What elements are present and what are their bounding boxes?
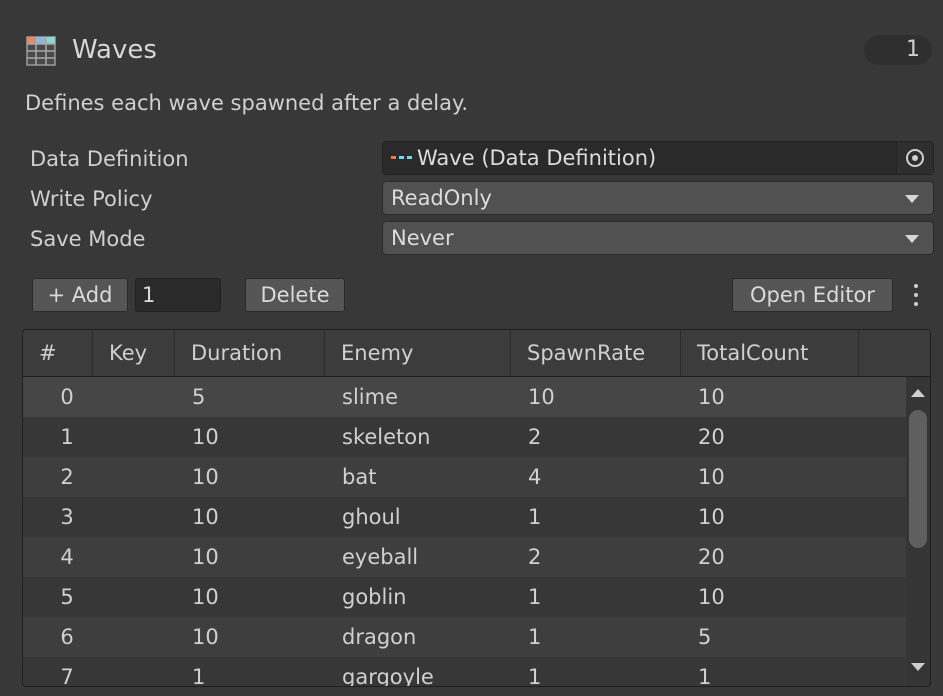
cell-enemy[interactable]: ghoul bbox=[342, 497, 502, 537]
cell-totalcount[interactable]: 10 bbox=[698, 577, 848, 617]
cell-spawnrate[interactable]: 1 bbox=[528, 577, 668, 617]
save-mode-dropdown[interactable]: Never bbox=[382, 221, 934, 255]
table-body: 0 5 slime 10 10 1 10 skeleton 2 20 2 10 bat 4 10 3 10 gho… bbox=[23, 377, 906, 687]
save-mode-value: Never bbox=[391, 226, 454, 250]
table-row[interactable]: 7 1 gargoyle 1 1 bbox=[23, 657, 906, 687]
cell-totalcount[interactable]: 10 bbox=[698, 457, 848, 497]
table-row[interactable]: 0 5 slime 10 10 bbox=[23, 377, 906, 417]
cell-totalcount[interactable]: 20 bbox=[698, 417, 848, 457]
cell-duration[interactable]: 10 bbox=[192, 537, 292, 577]
cell-enemy[interactable]: dragon bbox=[342, 617, 502, 657]
cell-key[interactable] bbox=[109, 377, 169, 417]
column-header-key[interactable]: Key bbox=[93, 330, 175, 376]
cell-key[interactable] bbox=[109, 577, 169, 617]
panel-title: Waves bbox=[72, 35, 157, 65]
cell-duration[interactable]: 5 bbox=[192, 377, 292, 417]
table-row[interactable]: 1 10 skeleton 2 20 bbox=[23, 417, 906, 457]
table-icon bbox=[26, 36, 56, 66]
cell-enemy[interactable]: slime bbox=[342, 377, 502, 417]
vertical-scrollbar[interactable] bbox=[906, 377, 930, 686]
table-row[interactable]: 5 10 goblin 1 10 bbox=[23, 577, 906, 617]
cell-spawnrate[interactable]: 2 bbox=[528, 537, 668, 577]
cell-enemy[interactable]: eyeball bbox=[342, 537, 502, 577]
table-row[interactable]: 3 10 ghoul 1 10 bbox=[23, 497, 906, 537]
cell-enemy[interactable]: goblin bbox=[342, 577, 502, 617]
cell-index: 0 bbox=[60, 385, 74, 409]
cell-enemy[interactable]: bat bbox=[342, 457, 502, 497]
cell-key[interactable] bbox=[109, 417, 169, 457]
column-header-enemy[interactable]: Enemy bbox=[325, 330, 511, 376]
column-header-index[interactable]: # bbox=[23, 330, 93, 376]
dropdown-arrow-icon bbox=[905, 235, 919, 243]
cell-spawnrate[interactable]: 1 bbox=[528, 657, 668, 686]
scroll-down-icon[interactable] bbox=[911, 663, 925, 671]
cell-duration[interactable]: 10 bbox=[192, 457, 292, 497]
cell-index: 5 bbox=[60, 585, 74, 609]
cell-index: 1 bbox=[60, 425, 74, 449]
cell-totalcount[interactable]: 10 bbox=[698, 497, 848, 537]
cell-enemy[interactable]: gargoyle bbox=[342, 657, 502, 686]
write-policy-value: ReadOnly bbox=[391, 186, 492, 210]
cell-index: 4 bbox=[60, 545, 74, 569]
data-definition-value: Wave (Data Definition) bbox=[417, 146, 657, 170]
data-definition-label: Data Definition bbox=[30, 147, 189, 171]
object-picker-icon bbox=[906, 149, 924, 167]
cell-spawnrate[interactable]: 2 bbox=[528, 417, 668, 457]
cell-totalcount[interactable]: 10 bbox=[698, 377, 848, 417]
object-picker-button[interactable] bbox=[896, 142, 933, 174]
column-header-duration[interactable]: Duration bbox=[175, 330, 325, 376]
data-table: # Key Duration Enemy SpawnRate TotalCoun… bbox=[22, 329, 931, 687]
more-options-icon[interactable] bbox=[912, 284, 920, 308]
panel-description: Defines each wave spawned after a delay. bbox=[25, 91, 469, 115]
table-row[interactable]: 4 10 eyeball 2 20 bbox=[23, 537, 906, 577]
save-mode-label: Save Mode bbox=[30, 227, 146, 251]
cell-key[interactable] bbox=[109, 537, 169, 577]
cell-key[interactable] bbox=[109, 497, 169, 537]
write-policy-dropdown[interactable]: ReadOnly bbox=[382, 181, 934, 215]
cell-index: 7 bbox=[60, 665, 74, 687]
table-header: # Key Duration Enemy SpawnRate TotalCoun… bbox=[23, 330, 930, 377]
table-row[interactable]: 2 10 bat 4 10 bbox=[23, 457, 906, 497]
cell-spawnrate[interactable]: 10 bbox=[528, 377, 668, 417]
dropdown-arrow-icon bbox=[905, 195, 919, 203]
cell-duration[interactable]: 10 bbox=[192, 617, 292, 657]
cell-totalcount[interactable]: 20 bbox=[698, 537, 848, 577]
data-definition-icon bbox=[391, 156, 412, 159]
table-row[interactable]: 6 10 dragon 1 5 bbox=[23, 617, 906, 657]
cell-key[interactable] bbox=[109, 617, 169, 657]
open-editor-button[interactable]: Open Editor bbox=[732, 278, 893, 312]
cell-key[interactable] bbox=[109, 457, 169, 497]
cell-spawnrate[interactable]: 1 bbox=[528, 617, 668, 657]
cell-duration[interactable]: 10 bbox=[192, 417, 292, 457]
cell-totalcount[interactable]: 5 bbox=[698, 617, 848, 657]
cell-duration[interactable]: 1 bbox=[192, 657, 292, 686]
cell-index: 2 bbox=[60, 465, 74, 489]
count-badge: 1 bbox=[864, 35, 932, 65]
scroll-up-icon[interactable] bbox=[911, 389, 925, 397]
cell-enemy[interactable]: skeleton bbox=[342, 417, 502, 457]
cell-spawnrate[interactable]: 1 bbox=[528, 497, 668, 537]
cell-key[interactable] bbox=[109, 657, 169, 686]
data-definition-field[interactable]: Wave (Data Definition) bbox=[382, 141, 934, 175]
cell-duration[interactable]: 10 bbox=[192, 497, 292, 537]
delete-button[interactable]: Delete bbox=[245, 278, 345, 312]
cell-totalcount[interactable]: 1 bbox=[698, 657, 848, 686]
scrollbar-thumb[interactable] bbox=[909, 410, 927, 548]
add-button[interactable]: + Add bbox=[32, 278, 128, 312]
add-count-field[interactable]: 1 bbox=[135, 278, 221, 312]
column-header-spawnrate[interactable]: SpawnRate bbox=[511, 330, 681, 376]
cell-index: 6 bbox=[60, 625, 74, 649]
column-header-totalcount[interactable]: TotalCount bbox=[681, 330, 859, 376]
cell-duration[interactable]: 10 bbox=[192, 577, 292, 617]
write-policy-label: Write Policy bbox=[30, 187, 153, 211]
cell-spawnrate[interactable]: 4 bbox=[528, 457, 668, 497]
cell-index: 3 bbox=[60, 505, 74, 529]
